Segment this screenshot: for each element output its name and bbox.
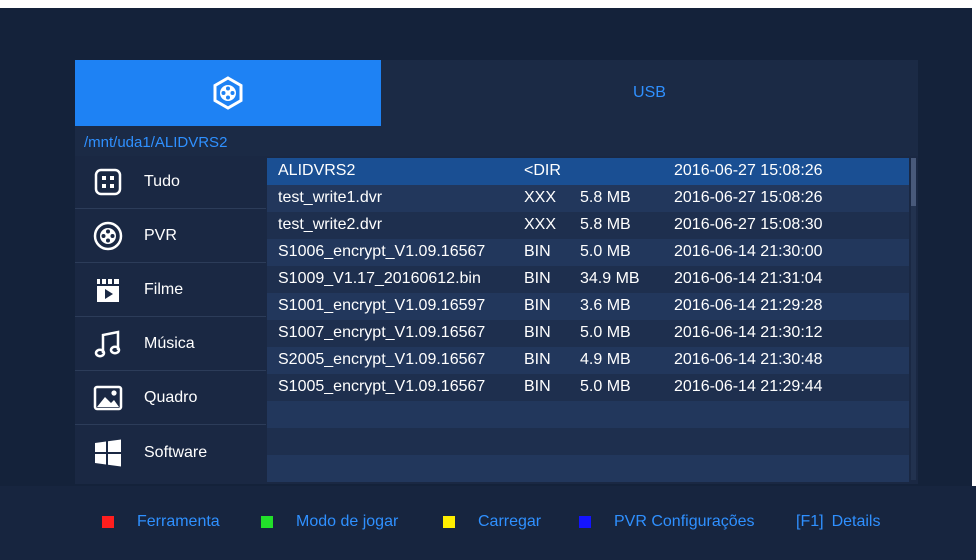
sidebar-item-label: PVR: [144, 227, 177, 244]
empty-row: [267, 401, 909, 428]
sidebar-item-label: Quadro: [144, 389, 198, 406]
file-row[interactable]: test_write2.dvr XXX 5.8 MB 2016-06-27 15:08…: [267, 212, 909, 239]
file-name: S1006_encrypt_V1.09.16567: [278, 243, 486, 260]
file-type: BIN: [524, 324, 551, 341]
sidebar-item-quadro[interactable]: Quadro: [75, 372, 266, 425]
file-row[interactable]: S1001_encrypt_V1.09.16597 BIN 3.6 MB 2016-0…: [267, 293, 909, 320]
right-border: [972, 0, 976, 560]
clapperboard-icon: [92, 274, 124, 306]
scrollbar-thumb[interactable]: [911, 158, 916, 206]
file-name: S1005_encrypt_V1.09.16567: [278, 378, 486, 395]
file-name: ALIDVRS2: [278, 162, 356, 179]
yellow-key-icon: [443, 516, 455, 528]
legend-details[interactable]: [F1] Details: [796, 512, 880, 532]
red-key-icon: [102, 516, 114, 528]
file-row[interactable]: S1009_V1.17_20160612.bin BIN 34.9 MB 2016-0…: [267, 266, 909, 293]
usb-title: USB: [633, 84, 666, 101]
file-type: XXX: [524, 216, 557, 233]
logo-tab[interactable]: [75, 60, 381, 126]
top-border: [0, 0, 976, 8]
file-size: 4.9 MB: [580, 351, 631, 368]
legend-modo-de-jogar[interactable]: Modo de jogar: [261, 512, 398, 532]
file-size: 5.8 MB: [580, 216, 631, 233]
picture-icon: [92, 382, 124, 414]
sidebar-item-filme[interactable]: Filme: [75, 264, 266, 317]
file-name: S1009_V1.17_20160612.bin: [278, 270, 481, 287]
file-size: 5.8 MB: [580, 189, 631, 206]
file-type: <DIR: [524, 162, 561, 179]
sidebar-item-label: Música: [144, 335, 195, 352]
file-date: 2016-06-14 21:31:04: [674, 270, 823, 287]
file-date: 2016-06-14 21:30:48: [674, 351, 823, 368]
file-type: BIN: [524, 270, 551, 287]
file-date: 2016-06-14 21:30:00: [674, 243, 823, 260]
file-name: S1001_encrypt_V1.09.16597: [278, 297, 486, 314]
file-type: BIN: [524, 243, 551, 260]
legend-label: Carregar: [478, 513, 542, 530]
sidebar-item-musica[interactable]: Música: [75, 318, 266, 371]
file-type: BIN: [524, 297, 551, 314]
file-date: 2016-06-14 21:29:44: [674, 378, 823, 395]
file-row[interactable]: S1005_encrypt_V1.09.16567 BIN 5.0 MB 2016-0…: [267, 374, 909, 401]
file-name: S1007_encrypt_V1.09.16567: [278, 324, 486, 341]
file-row[interactable]: S2005_encrypt_V1.09.16567 BIN 4.9 MB 2016-0…: [267, 347, 909, 374]
file-row[interactable]: S1007_encrypt_V1.09.16567 BIN 5.0 MB 2016-0…: [267, 320, 909, 347]
legend-carregar[interactable]: Carregar: [443, 512, 541, 532]
sidebar-item-label: Software: [144, 443, 208, 461]
file-size: 5.0 MB: [580, 378, 631, 395]
legend-label: Ferramenta: [137, 513, 220, 530]
file-row[interactable]: ALIDVRS2 <DIR 2016-06-27 15:08:26: [267, 158, 909, 185]
file-size: 5.0 MB: [580, 243, 631, 260]
file-date: 2016-06-27 15:08:26: [674, 189, 823, 206]
legend-pvr-configuracoes[interactable]: PVR Configurações: [579, 512, 755, 532]
tab-usb[interactable]: USB: [381, 60, 918, 126]
empty-row: [267, 455, 909, 482]
sidebar-item-label: Tudo: [144, 173, 180, 190]
file-name: test_write2.dvr: [278, 216, 383, 233]
file-date: 2016-06-14 21:30:12: [674, 324, 823, 341]
film-reel-icon: [213, 76, 243, 110]
grid-icon: [92, 166, 124, 198]
file-date: 2016-06-27 15:08:26: [674, 162, 823, 179]
green-key-icon: [261, 516, 273, 528]
windows-icon: [92, 437, 124, 469]
file-name: test_write1.dvr: [278, 189, 383, 206]
legend-label: Details: [831, 513, 881, 530]
sidebar-item-tudo[interactable]: Tudo: [75, 156, 266, 209]
file-size: 3.6 MB: [580, 297, 631, 314]
current-path: /mnt/uda1/ALIDVRS2: [84, 134, 228, 151]
file-size: 5.0 MB: [580, 324, 631, 341]
legend-label: Modo de jogar: [296, 513, 399, 530]
sidebar-item-pvr[interactable]: PVR: [75, 210, 266, 263]
file-row[interactable]: test_write1.dvr XXX 5.8 MB 2016-06-27 15:08…: [267, 185, 909, 212]
file-list: ALIDVRS2 <DIR 2016-06-27 15:08:26 test_writ…: [267, 158, 909, 482]
file-row[interactable]: S1006_encrypt_V1.09.16567 BIN 5.0 MB 2016-0…: [267, 239, 909, 266]
legend-ferramenta[interactable]: Ferramenta: [102, 512, 220, 532]
file-date: 2016-06-27 15:08:30: [674, 216, 823, 233]
f1-key: [F1]: [796, 513, 824, 530]
film-reel-icon: [92, 220, 124, 252]
category-sidebar: Tudo PVR Filme Música Quadro Software: [75, 156, 266, 484]
sidebar-item-label: Filme: [144, 281, 184, 298]
file-size: 34.9 MB: [580, 270, 640, 287]
file-type: BIN: [524, 351, 551, 368]
sidebar-item-software[interactable]: Software: [75, 426, 266, 479]
scrollbar-track[interactable]: [911, 158, 916, 480]
file-type: XXX: [524, 189, 557, 206]
blue-key-icon: [579, 516, 591, 528]
legend-label: PVR Configurações: [614, 513, 755, 530]
file-name: S2005_encrypt_V1.09.16567: [278, 351, 486, 368]
file-type: BIN: [524, 378, 551, 395]
file-date: 2016-06-14 21:29:28: [674, 297, 823, 314]
music-note-icon: [92, 328, 124, 360]
empty-row: [267, 428, 909, 455]
